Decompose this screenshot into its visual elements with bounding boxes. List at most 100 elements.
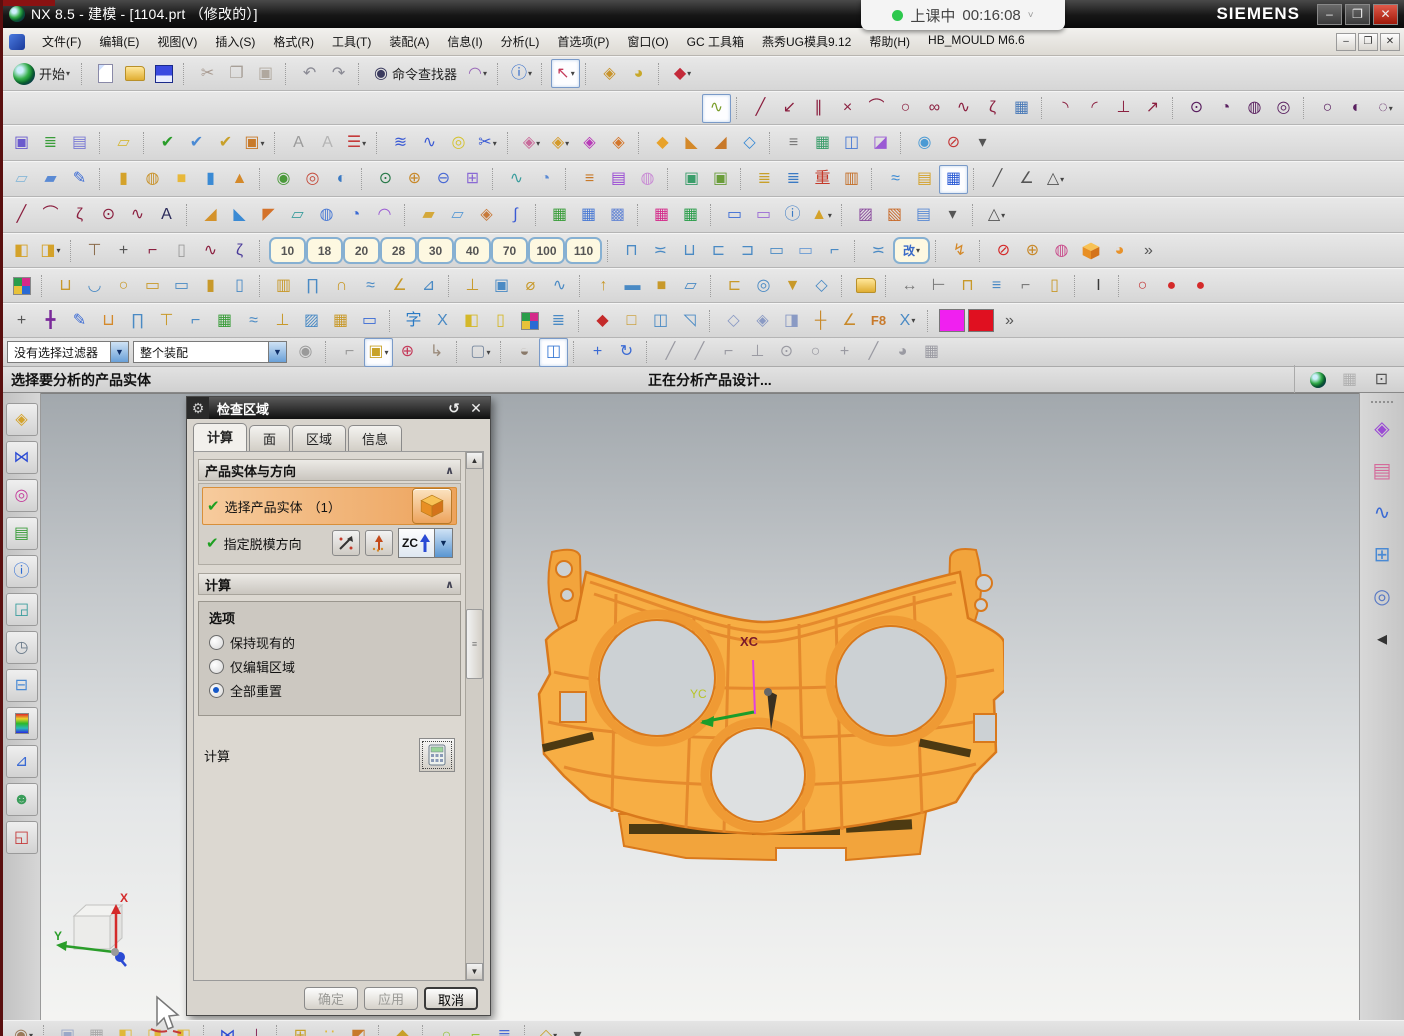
cylinder-button[interactable]: ▮ [196,165,225,194]
menu-item-2[interactable]: 视图(V) [148,30,206,53]
rect-select-button[interactable]: ▢▾ [466,338,495,367]
dropdown-arrow-icon[interactable]: ▾ [528,69,532,78]
draft-axis-combo[interactable]: ZC ▼ [398,528,453,558]
circle-tangent-button[interactable]: ◍ [1240,94,1269,123]
arc-point-button[interactable]: ⌒ [862,94,891,123]
plate-wide-button[interactable]: ▬ [618,271,647,300]
studio-spline-button[interactable]: ζ [978,94,1007,123]
save-button[interactable] [149,59,178,88]
light-diamond2-button[interactable]: ◈ [748,306,777,335]
columns-button[interactable]: ▥ [837,165,866,194]
curve-conic-button[interactable]: ζ [65,201,94,230]
web-browser-tab[interactable]: ⓘ [6,555,38,588]
csys-angle-button[interactable]: ∠ [835,306,864,335]
block-ok-button[interactable]: ✔ [153,129,182,158]
frame-yellow-button[interactable]: ▭ [138,271,167,300]
runner-button[interactable]: ∩ [327,271,356,300]
resize-face-button[interactable]: ◈ [604,129,633,158]
toolbar-handle[interactable] [1371,401,1393,403]
grid-face-button[interactable]: ▦ [1007,94,1036,123]
selection-scope-combo[interactable]: 整个装配 ▼ [133,341,287,363]
draft-button[interactable]: ◢ [706,129,735,158]
dia-40-button[interactable]: 40 [454,237,491,264]
move-component-side-button[interactable]: ◈ [1364,411,1400,447]
dropdown-arrow-icon[interactable]: ▾ [362,139,366,148]
snap-line2-button[interactable]: ╱ [685,338,714,367]
plus-small-button[interactable]: + [7,306,36,335]
vector-dialog-button[interactable] [332,530,360,556]
copy-button[interactable]: ❐ [222,59,251,88]
hole-button[interactable]: ⊙ [371,165,400,194]
conic-button[interactable]: ◌▾ [1371,94,1400,123]
menu-item-8[interactable]: 分析(L) [492,30,549,53]
dia-28-button[interactable]: 28 [380,237,417,264]
corner-plate-button[interactable]: ⌐ [820,236,849,265]
pattern-feature-button[interactable]: ▦ [808,129,837,158]
draft-direction-row[interactable]: ✔ 指定脱模方向 [202,525,457,561]
sheet-cyan-button[interactable]: ▤ [909,201,938,230]
calculate-button[interactable] [419,738,455,772]
cross-dim-button[interactable]: ╋ [36,306,65,335]
constraint-navigator-tab[interactable]: ⋈ [6,441,38,474]
spring-mold-button[interactable]: ∿ [545,271,574,300]
command-finder-button[interactable]: ◉命令查找器 [368,59,463,88]
layer-visible-button[interactable]: ▤ [65,129,94,158]
group-product-solid[interactable]: 产品实体与方向 ∧ [198,459,461,481]
no-entry-button[interactable]: ⊘ [989,236,1018,265]
clip-status-button[interactable]: ▦ [1335,365,1364,394]
corner-blue-button[interactable]: ⌐ [181,306,210,335]
image-door-tab[interactable]: ◱ [6,821,38,854]
analyze-triangle-button[interactable]: ▲▾ [807,201,836,230]
plate-bottom-button[interactable]: ⊔ [675,236,704,265]
u-orange-button[interactable]: ⊔ [94,306,123,335]
doc-gray-button[interactable]: ▯ [167,236,196,265]
vent-button[interactable]: ≡ [982,271,1011,300]
hook-curve-button[interactable]: ⌐ [138,236,167,265]
triangle-small-button[interactable]: △▾ [982,201,1011,230]
recording-overlay[interactable]: 上课中 00:16:08 ˅ [861,0,1065,30]
chamfer-button[interactable]: ◣ [677,129,706,158]
wave-link-button[interactable]: ≈ [881,165,910,194]
frame-purple-button[interactable]: ▭ [749,201,778,230]
frame-navy-button[interactable]: ▭ [355,306,384,335]
red-cube-button[interactable]: ◆ [588,306,617,335]
table-yellow-button[interactable]: ▦ [326,306,355,335]
fillet-arc-button[interactable]: ◝ [1051,94,1080,123]
curve-arc-button[interactable]: ⌒ [36,201,65,230]
select-body-button[interactable] [412,488,452,524]
xform-button[interactable]: ◈ [472,201,501,230]
dropdown-arrow-icon[interactable]: ▾ [1001,211,1005,220]
tube-button[interactable]: ◔ [531,165,560,194]
dropdown-arrow-icon[interactable]: ▾ [385,348,389,357]
cut-button[interactable]: ✂ [193,59,222,88]
add-component-button[interactable]: ◧ [111,1021,140,1036]
axis-dropdown-icon[interactable]: ▼ [434,529,452,557]
plate-left-button[interactable]: ⊏ [704,236,733,265]
new-component-button[interactable]: ◨ [140,1021,169,1036]
cube-dropdown-button[interactable]: ◇▾ [534,1021,563,1036]
lifter-button[interactable]: ⊥ [458,271,487,300]
menu-item-7[interactable]: 信息(I) [438,30,491,53]
spline-button[interactable]: ∿ [949,94,978,123]
dia-110-button[interactable]: 110 [565,237,602,264]
snap-swirl-button[interactable]: ◕ [624,59,653,88]
edge-blend-button[interactable]: ◆ [648,129,677,158]
reset-icon[interactable]: ↺ [444,400,464,417]
dia-18-button[interactable]: 18 [306,237,343,264]
circle-center-button[interactable]: ⊙ [1182,94,1211,123]
dialog-titlebar[interactable]: ⚙ 检查区域 ↺ ✕ [187,397,490,419]
washer-button[interactable]: ◎ [444,129,473,158]
dropdown-arrow-icon[interactable]: ▾ [536,139,540,148]
circle-ring-button[interactable]: ◎ [1269,94,1298,123]
radio-icon[interactable] [209,659,224,674]
layer-settings-button[interactable]: ≣ [36,129,65,158]
snap-ball-button[interactable]: ◉ [291,338,320,367]
row-f-overflow-button[interactable]: » [1134,236,1163,265]
text-curve-button[interactable]: A [152,201,181,230]
wear-plate-button[interactable]: ▱ [676,271,705,300]
snap-grid-button[interactable]: ▦ [917,338,946,367]
plus-tool-button[interactable]: + [109,236,138,265]
pan-button[interactable]: + [583,338,612,367]
nx-status-icon[interactable] [1303,365,1332,394]
thread-button[interactable]: ≡ [779,129,808,158]
